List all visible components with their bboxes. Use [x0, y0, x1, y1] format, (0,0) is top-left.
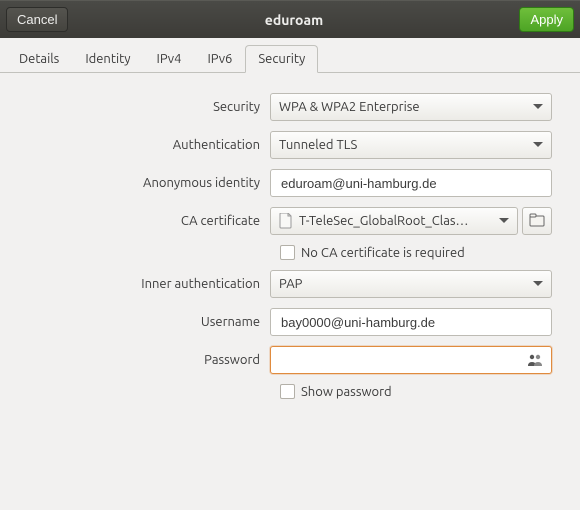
security-value: WPA & WPA2 Enterprise: [279, 100, 420, 114]
browse-certificate-button[interactable]: [522, 207, 552, 235]
label-inner-authentication: Inner authentication: [10, 277, 270, 291]
tab-ipv6[interactable]: IPv6: [194, 45, 245, 73]
users-icon: [527, 353, 543, 367]
chevron-down-icon: [533, 281, 543, 287]
tab-security[interactable]: Security: [245, 45, 318, 73]
file-icon: [279, 213, 293, 229]
window-title: eduroam: [68, 12, 519, 28]
anonymous-identity-input[interactable]: [270, 169, 552, 197]
cancel-button[interactable]: Cancel: [6, 7, 68, 32]
label-security: Security: [10, 100, 270, 114]
authentication-select[interactable]: Tunneled TLS: [270, 131, 552, 159]
titlebar: Cancel eduroam Apply: [0, 0, 580, 38]
security-form: Security WPA & WPA2 Enterprise Authentic…: [0, 73, 580, 419]
label-authentication: Authentication: [10, 138, 270, 152]
username-input[interactable]: [270, 308, 552, 336]
tab-bar: Details Identity IPv4 IPv6 Security: [0, 38, 580, 73]
username-field[interactable]: [279, 314, 543, 331]
apply-button[interactable]: Apply: [519, 7, 574, 32]
tab-details[interactable]: Details: [6, 45, 72, 73]
no-ca-required-checkbox[interactable]: [280, 245, 295, 260]
password-field[interactable]: [279, 352, 523, 369]
authentication-value: Tunneled TLS: [279, 138, 357, 152]
folder-icon: [529, 213, 545, 230]
show-password-label: Show password: [301, 385, 392, 399]
inner-authentication-value: PAP: [279, 277, 302, 291]
no-ca-required-label: No CA certificate is required: [301, 246, 465, 260]
label-username: Username: [10, 315, 270, 329]
password-input[interactable]: [270, 346, 552, 374]
ca-certificate-value: T-TeleSec_GlobalRoot_Clas…: [299, 214, 468, 228]
label-ca-certificate: CA certificate: [10, 214, 270, 228]
ca-certificate-select[interactable]: T-TeleSec_GlobalRoot_Clas…: [270, 207, 518, 235]
security-select[interactable]: WPA & WPA2 Enterprise: [270, 93, 552, 121]
label-anonymous-identity: Anonymous identity: [10, 176, 270, 190]
label-password: Password: [10, 353, 270, 367]
chevron-down-icon: [533, 104, 543, 110]
anonymous-identity-field[interactable]: [279, 175, 543, 192]
tab-ipv4[interactable]: IPv4: [144, 45, 195, 73]
chevron-down-icon: [533, 142, 543, 148]
tab-identity[interactable]: Identity: [72, 45, 143, 73]
show-password-checkbox[interactable]: [280, 384, 295, 399]
chevron-down-icon: [499, 218, 509, 224]
inner-authentication-select[interactable]: PAP: [270, 270, 552, 298]
